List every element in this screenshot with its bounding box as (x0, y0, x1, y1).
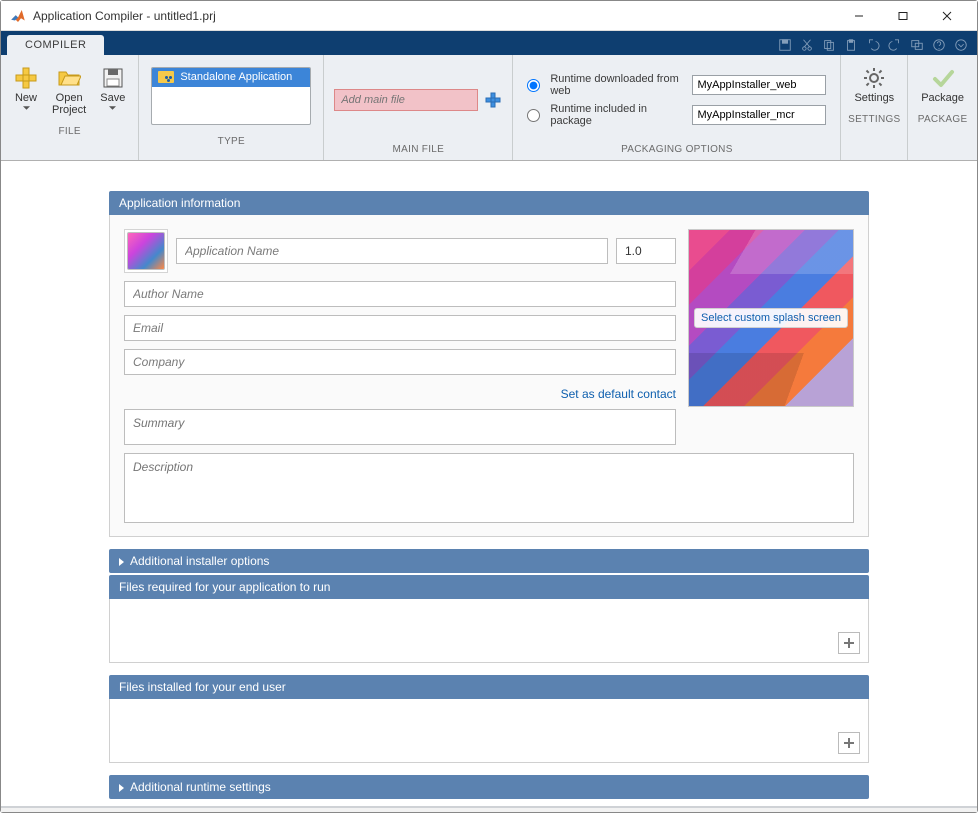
expand-triangle-icon (119, 554, 124, 568)
section-label: Additional runtime settings (130, 780, 271, 794)
new-button[interactable]: New (7, 61, 45, 115)
matlab-logo-icon (9, 7, 27, 25)
runtime-web-name-input[interactable] (692, 75, 826, 95)
plus-icon (843, 737, 855, 749)
qat-chevron-down-icon[interactable] (953, 37, 969, 53)
runtime-web-label: Runtime downloaded from web (550, 73, 684, 97)
chevron-down-icon (23, 106, 30, 110)
ribbon-group-settings: Settings SETTINGS (841, 55, 908, 160)
app-icon-thumbnail (127, 232, 165, 270)
author-name-input[interactable] (124, 281, 676, 307)
qat-undo-icon[interactable] (865, 37, 881, 53)
version-input[interactable] (616, 238, 676, 264)
type-standalone-item[interactable]: Standalone Application (152, 68, 310, 87)
description-textarea[interactable] (124, 453, 854, 523)
files-installed-dropzone[interactable] (109, 699, 869, 763)
settings-button[interactable]: Settings (847, 61, 901, 109)
quick-access-toolbar (777, 37, 971, 55)
plus-icon (485, 92, 501, 108)
title-bar: Application Compiler - untitled1.prj (1, 1, 977, 31)
workspace-scroll[interactable]: Application information Set as default c… (1, 161, 977, 806)
close-button[interactable] (925, 1, 969, 31)
main-file-input[interactable] (334, 89, 478, 111)
ribbon-group-packaging: Runtime downloaded from web Runtime incl… (513, 55, 841, 160)
company-input[interactable] (124, 349, 676, 375)
save-icon (101, 66, 125, 90)
group-label-mainfile: MAIN FILE (393, 141, 445, 158)
splash-screen-label: Select custom splash screen (694, 308, 848, 328)
application-type-list[interactable]: Standalone Application (151, 67, 311, 125)
section-header-installer-options[interactable]: Additional installer options (109, 549, 869, 573)
app-info-panel: Set as default contact Select custom spl… (109, 215, 869, 537)
window-title: Application Compiler - untitled1.prj (33, 9, 837, 23)
ribbon: New Open Project Save FILE (1, 55, 977, 161)
settings-label: Settings (854, 92, 894, 104)
application-name-input[interactable] (176, 238, 608, 264)
tab-compiler[interactable]: COMPILER (7, 35, 104, 55)
app-icon-picker[interactable] (124, 229, 168, 273)
gear-icon (862, 66, 886, 90)
save-button[interactable]: Save (93, 61, 132, 115)
runtime-mcr-option[interactable]: Runtime included in package (527, 103, 826, 127)
qat-redo-icon[interactable] (887, 37, 903, 53)
package-button[interactable]: Package (914, 61, 971, 109)
ribbon-group-package: Package PACKAGE (908, 55, 977, 160)
qat-help-icon[interactable] (931, 37, 947, 53)
runtime-mcr-name-input[interactable] (692, 105, 826, 125)
ribbon-group-type: Standalone Application TYPE (139, 55, 324, 160)
section-label: Additional installer options (130, 554, 269, 568)
runtime-mcr-label: Runtime included in package (550, 103, 684, 127)
open-project-button[interactable]: Open Project (45, 61, 93, 121)
open-project-label: Open Project (52, 92, 86, 116)
group-label-file: FILE (59, 123, 81, 140)
ribbon-group-mainfile: MAIN FILE (324, 55, 513, 160)
window-resize-grip[interactable] (1, 806, 977, 812)
splash-screen-picker[interactable]: Select custom splash screen (688, 229, 854, 407)
runtime-web-radio[interactable] (527, 79, 540, 92)
section-header-files-installed: Files installed for your end user (109, 675, 869, 699)
type-item-label: Standalone Application (180, 71, 292, 83)
summary-textarea[interactable] (124, 409, 676, 445)
expand-triangle-icon (119, 780, 124, 794)
plus-icon (843, 637, 855, 649)
new-label: New (15, 92, 37, 104)
qat-switch-windows-icon[interactable] (909, 37, 925, 53)
toolstrip-tabs: COMPILER (1, 31, 977, 55)
section-header-files-required: Files required for your application to r… (109, 575, 869, 599)
group-label-settings: SETTINGS (848, 111, 900, 128)
add-required-file-button[interactable] (838, 632, 860, 654)
chevron-down-icon (109, 106, 116, 110)
app-window-icon (158, 71, 174, 83)
group-label-package: PACKAGE (918, 111, 968, 128)
runtime-web-option[interactable]: Runtime downloaded from web (527, 73, 826, 97)
folder-open-icon (57, 66, 81, 90)
qat-cut-icon[interactable] (799, 37, 815, 53)
qat-paste-icon[interactable] (843, 37, 859, 53)
save-label: Save (100, 92, 125, 104)
section-header-app-info: Application information (109, 191, 869, 215)
qat-copy-icon[interactable] (821, 37, 837, 53)
group-label-type: TYPE (218, 133, 245, 150)
add-installed-file-button[interactable] (838, 732, 860, 754)
maximize-button[interactable] (881, 1, 925, 31)
email-input[interactable] (124, 315, 676, 341)
set-default-contact-link[interactable]: Set as default contact (124, 387, 676, 401)
check-icon (931, 66, 955, 90)
ribbon-group-file: New Open Project Save FILE (1, 55, 139, 160)
package-label: Package (921, 92, 964, 104)
minimize-button[interactable] (837, 1, 881, 31)
plus-icon (14, 66, 38, 90)
runtime-mcr-radio[interactable] (527, 109, 540, 122)
section-header-runtime-settings[interactable]: Additional runtime settings (109, 775, 869, 799)
files-required-dropzone[interactable] (109, 599, 869, 663)
qat-save-icon[interactable] (777, 37, 793, 53)
group-label-packaging: PACKAGING OPTIONS (621, 141, 733, 158)
add-main-file-button[interactable] (484, 91, 502, 109)
